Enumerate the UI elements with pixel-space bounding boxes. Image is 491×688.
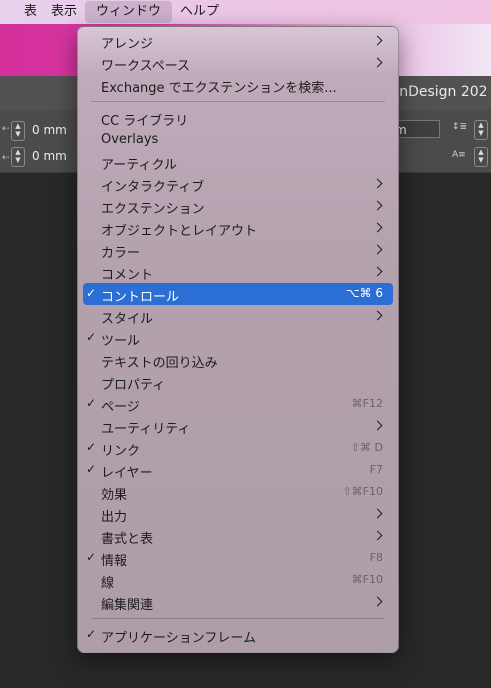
- menu-item[interactable]: エクステンション: [83, 195, 393, 217]
- chevron-right-icon: [372, 178, 383, 189]
- menu-item-label: アレンジ: [101, 37, 154, 52]
- menu-item-shortcut: ⇧⌘F10: [342, 485, 383, 498]
- window-menu: アレンジワークスペース Exchange でエクステンションを検索... CC ライ…: [77, 26, 399, 653]
- menu-item-label: ページ: [101, 400, 140, 415]
- menu-item-label: インタラクティブ: [101, 180, 205, 195]
- menu-item[interactable]: CC ライブラリ: [83, 107, 393, 129]
- menu-separator: [91, 618, 385, 619]
- menu-item[interactable]: 線 ⌘F10: [83, 569, 393, 591]
- menu-item[interactable]: テキストの回り込み: [83, 349, 393, 371]
- menu-item[interactable]: ユーティリティ: [83, 415, 393, 437]
- stepper-top[interactable]: ▲ ▼: [11, 121, 25, 141]
- menu-item-label: オブジェクトとレイアウト: [101, 224, 258, 239]
- menu-item[interactable]: ✓ ツール: [83, 327, 393, 349]
- menu-item-label: カラー: [101, 246, 141, 261]
- menu-item-shortcut: ⌥⌘ 6: [345, 286, 383, 300]
- stepper-right-bottom[interactable]: ▲ ▼: [474, 147, 488, 167]
- checkmark-icon: ✓: [86, 440, 97, 454]
- menubar-item-window[interactable]: ウィンドウ: [85, 1, 173, 23]
- menu-item[interactable]: アレンジ: [83, 30, 393, 52]
- menu-item-shortcut: ⌘F10: [351, 573, 383, 586]
- chevron-right-icon: [372, 244, 383, 255]
- menu-item[interactable]: ✓ 情報 F8: [83, 547, 393, 569]
- menu-item-label: 情報: [101, 554, 128, 569]
- menu-item-label: レイヤー: [101, 466, 153, 481]
- menu-item-label: 線: [101, 576, 115, 591]
- menu-item-label: 編集関連: [101, 598, 154, 613]
- menu-item-shortcut: ⌘F12: [351, 397, 383, 410]
- menu-item[interactable]: スタイル: [83, 305, 393, 327]
- offset-field-top[interactable]: 0 mm: [28, 121, 80, 139]
- menu-item[interactable]: 効果 ⇧⌘F10: [83, 481, 393, 503]
- menu-item[interactable]: ✓ レイヤー F7: [83, 459, 393, 481]
- menu-item-label: ユーティリティ: [101, 422, 191, 437]
- menu-item[interactable]: 書式と表: [83, 525, 393, 547]
- menu-item-label: 書式と表: [101, 532, 154, 547]
- menu-item-label: エクステンション: [101, 202, 205, 217]
- chevron-right-icon: [372, 57, 383, 68]
- chevron-right-icon: [372, 596, 383, 607]
- menubar: 表 表示 ウィンドウ ヘルプ: [0, 0, 491, 24]
- menu-item[interactable]: インタラクティブ: [83, 173, 393, 195]
- menu-item-shortcut: ⇧⌘ D: [350, 441, 383, 454]
- menu-item[interactable]: カラー: [83, 239, 393, 261]
- stepper-bottom[interactable]: ▲ ▼: [11, 147, 25, 167]
- menu-item-label: ツール: [101, 334, 141, 349]
- checkmark-icon: ✓: [86, 627, 97, 641]
- menu-item-shortcut: F7: [369, 463, 383, 476]
- stepper-right-top[interactable]: ▲ ▼: [474, 120, 488, 140]
- menu-item-label: ワークスペース: [101, 59, 191, 74]
- checkmark-icon: ✓: [86, 550, 97, 564]
- chevron-right-icon: [372, 200, 383, 211]
- menu-item-label: リンク: [101, 444, 141, 459]
- chevron-right-icon: [372, 35, 383, 46]
- menu-item[interactable]: Exchange でエクステンションを検索...: [83, 74, 393, 96]
- chevron-right-icon: [372, 420, 383, 431]
- menu-item-label: アプリケーションフレーム: [101, 631, 256, 646]
- menu-separator: [91, 101, 385, 102]
- menu-item-shortcut: F8: [369, 551, 383, 564]
- checkmark-icon: ✓: [86, 286, 97, 300]
- menu-item[interactable]: アーティクル: [83, 151, 393, 173]
- menu-item[interactable]: 編集関連: [83, 591, 393, 613]
- menubar-item-help[interactable]: ヘルプ: [173, 1, 226, 23]
- menu-item[interactable]: ✓ コントロール ⌥⌘ 6: [83, 283, 393, 305]
- arrow-icon: ⇠: [2, 124, 10, 134]
- menu-item[interactable]: ワークスペース: [83, 52, 393, 74]
- checkmark-icon: ✓: [86, 396, 97, 410]
- menubar-item-table[interactable]: 表: [17, 1, 44, 23]
- menu-item-label: テキストの回り込み: [101, 356, 218, 371]
- menu-item-label: 効果: [101, 488, 128, 503]
- menu-item-label: 出力: [101, 510, 128, 525]
- menu-item[interactable]: Overlays: [83, 129, 393, 151]
- chevron-right-icon: [372, 508, 383, 519]
- menu-item[interactable]: オブジェクトとレイアウト: [83, 217, 393, 239]
- chevron-right-icon: [372, 266, 383, 277]
- chevron-right-icon: [372, 530, 383, 541]
- menu-item-label: アーティクル: [101, 158, 178, 173]
- menubar-item-view[interactable]: 表示: [44, 1, 84, 23]
- checkmark-icon: ✓: [86, 462, 97, 476]
- menu-item-label: コントロール: [101, 290, 180, 305]
- menu-item-label: プロパティ: [101, 378, 166, 393]
- menu-item-label: Exchange でエクステンションを検索...: [101, 81, 337, 96]
- arrow-icon: ⇠: [2, 153, 10, 163]
- menu-item[interactable]: プロパティ: [83, 371, 393, 393]
- menu-item[interactable]: ✓ ページ ⌘F12: [83, 393, 393, 415]
- menu-item-label: コメント: [101, 268, 154, 283]
- chevron-right-icon: [372, 310, 383, 321]
- menu-item-label: Overlays: [101, 132, 159, 147]
- baseline-icon: A≡: [452, 150, 466, 160]
- chevron-right-icon: [372, 222, 383, 233]
- menu-item-label: CC ライブラリ: [101, 114, 189, 129]
- checkmark-icon: ✓: [86, 330, 97, 344]
- align-icon: ↕≣: [452, 122, 468, 132]
- menu-item[interactable]: 出力: [83, 503, 393, 525]
- menu-item[interactable]: コメント: [83, 261, 393, 283]
- menu-item[interactable]: ✓ リンク ⇧⌘ D: [83, 437, 393, 459]
- offset-field-bottom[interactable]: 0 mm: [28, 147, 80, 165]
- menu-item-label: スタイル: [101, 312, 154, 327]
- menu-item[interactable]: ✓ アプリケーションフレーム: [83, 624, 393, 646]
